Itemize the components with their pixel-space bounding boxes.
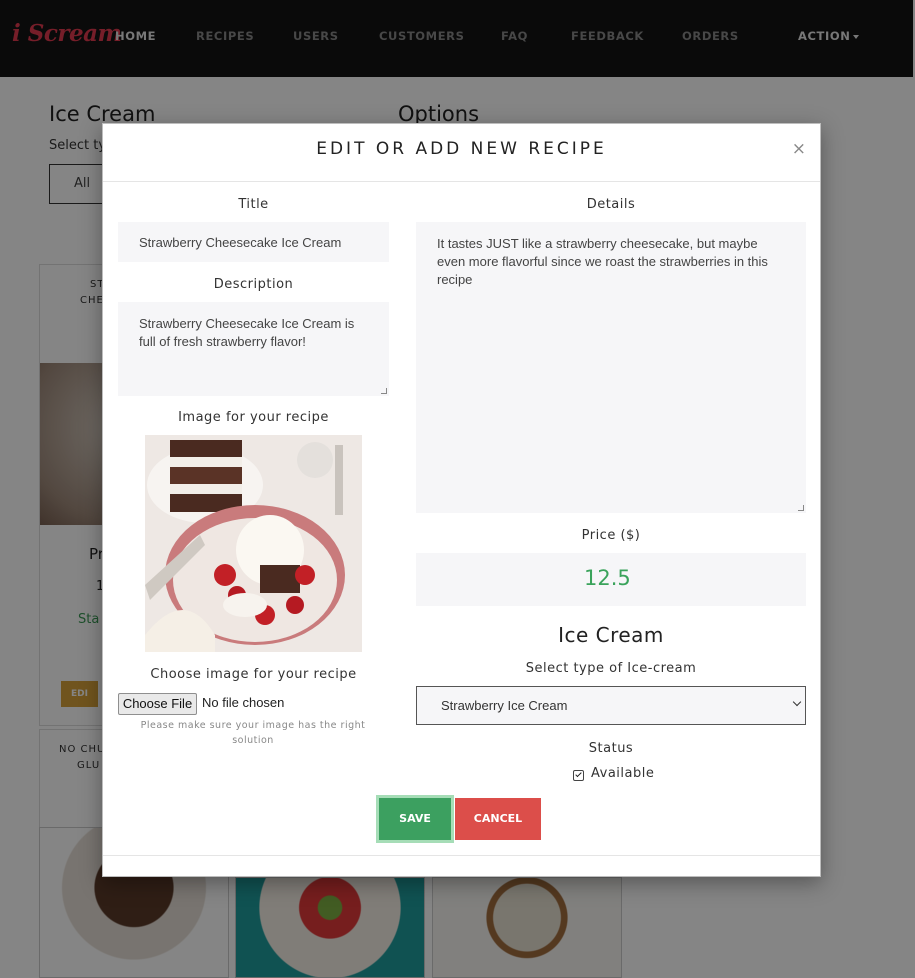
available-checkbox[interactable] [573,770,584,781]
check-icon [575,770,582,778]
recipe-image [145,435,362,652]
title-label: Title [238,197,269,212]
file-status: No file chosen [202,695,285,710]
available-label: Available [591,766,655,781]
ice-cream-section-title: Ice Cream [558,623,664,647]
cancel-button[interactable]: CANCEL [455,798,541,840]
recipe-image-art [145,435,362,652]
details-textarea[interactable]: It tastes JUST like a strawberry cheesec… [416,222,806,513]
select-type-label: Select type of Ice-cream [525,661,697,676]
close-icon[interactable]: × [792,139,806,159]
modal-title: EDIT OR ADD NEW RECIPE [316,139,607,159]
description-label: Description [213,277,294,292]
resize-grip-icon[interactable] [798,505,804,511]
image-hint: Please make sure your image has the righ… [140,720,366,746]
recipe-edit-modal: EDIT OR ADD NEW RECIPE × Title Descripti… [102,123,821,877]
chevron-down-icon [792,697,802,707]
save-button[interactable]: SAVE [379,798,451,840]
image-label: Image for your recipe [178,410,329,425]
details-label: Details [586,197,636,212]
status-label: Status [588,741,634,756]
choose-image-label: Choose image for your recipe [150,667,357,682]
modal-header: EDIT OR ADD NEW RECIPE × [103,124,820,182]
price-input[interactable]: 12.5 [416,553,806,606]
choose-file-button[interactable]: Choose File [118,693,197,715]
description-textarea[interactable]: Strawberry Cheesecake Ice Cream is full … [118,302,389,396]
title-input[interactable] [118,222,389,262]
price-label: Price ($) [581,528,641,543]
ice-cream-type-value: Strawberry Ice Cream [441,698,568,713]
ice-cream-type-select[interactable]: Strawberry Ice Cream [416,686,806,725]
resize-grip-icon[interactable] [381,388,387,394]
modal-footer-divider [103,855,820,856]
